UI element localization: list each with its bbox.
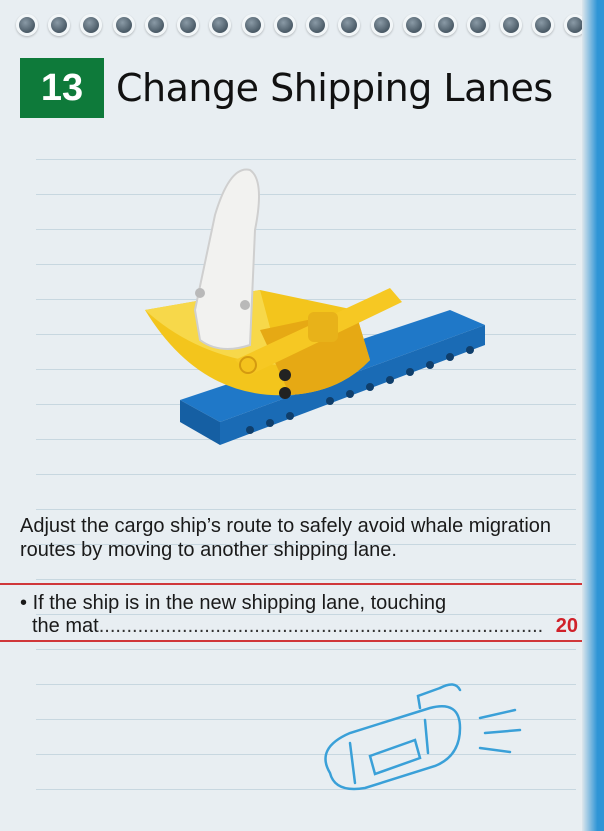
mission-description: Adjust the cargo ship’s route to safely …: [20, 515, 552, 561]
notebook-ring-icon: [531, 14, 554, 36]
notebook-page: 13 Change Shipping Lanes Adjust the carg…: [0, 0, 604, 831]
scoring-text-line1: If the ship is in the new shipping lane,…: [32, 592, 447, 614]
dot-leader: ........................................…: [98, 615, 542, 637]
notebook-ring-icon: [80, 14, 103, 36]
notebook-ring-icon: [273, 14, 296, 36]
notebook-ring-icon: [241, 14, 264, 36]
notebook-rings: [16, 8, 586, 38]
notebook-ring-icon: [209, 14, 232, 36]
notebook-ring-icon: [402, 14, 425, 36]
notebook-ring-icon: [499, 14, 522, 36]
notebook-ring-icon: [48, 14, 71, 36]
scoring-text-line2: the mat: [32, 615, 99, 637]
page-edge: [582, 0, 604, 831]
red-rule-bottom: [0, 640, 592, 642]
notebook-ring-icon: [370, 14, 393, 36]
notebook-ring-icon: [16, 14, 38, 36]
mission-header: 13 Change Shipping Lanes: [20, 58, 553, 118]
scoring-item: • If the ship is in the new shipping lan…: [20, 592, 578, 638]
notebook-ring-icon: [338, 14, 361, 36]
mission-title: Change Shipping Lanes: [116, 66, 553, 110]
submarine-sketch-icon: [324, 683, 522, 791]
notebook-ring-icon: [306, 14, 329, 36]
notebook-ring-icon: [144, 14, 167, 36]
red-rule-top: [0, 583, 592, 585]
notebook-ring-icon: [467, 14, 490, 36]
mission-number-badge: 13: [20, 58, 104, 118]
notebook-ring-icon: [177, 14, 200, 36]
notebook-ring-icon: [435, 14, 458, 36]
bullet: •: [20, 592, 28, 614]
notebook-ring-icon: [112, 14, 135, 36]
lego-ship-model: [145, 168, 485, 445]
points-value: 20: [555, 615, 578, 637]
